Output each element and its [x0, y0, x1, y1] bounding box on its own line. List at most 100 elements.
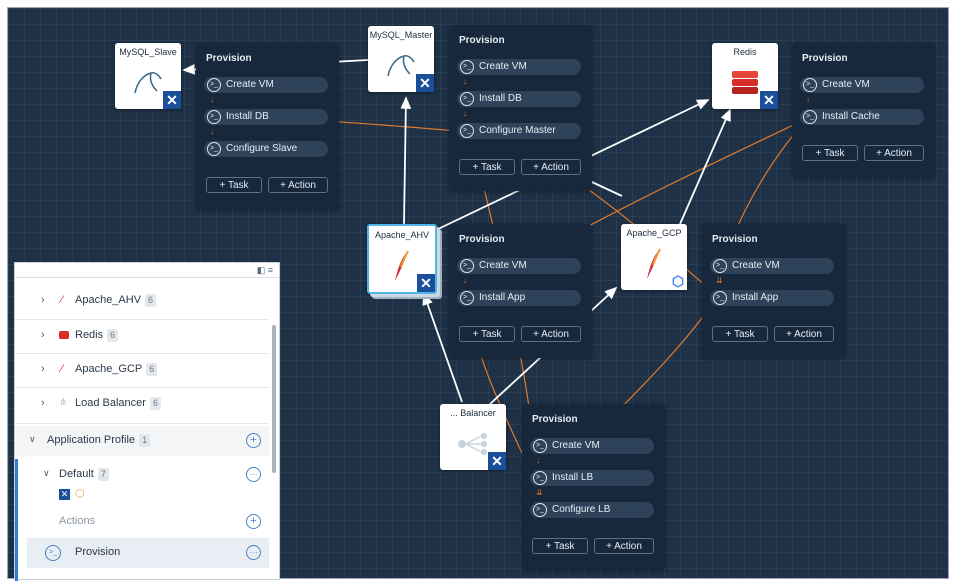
- count-badge: 6: [149, 397, 161, 410]
- profile-item-default[interactable]: ∨ Default 7 ···: [15, 460, 269, 490]
- add-action-button[interactable]: + Action: [521, 326, 581, 342]
- button-label: Action: [884, 148, 912, 159]
- task-label: Create VM: [479, 260, 527, 271]
- task-install-db[interactable]: >_ Install DB: [204, 109, 328, 125]
- panel-title: Provision: [712, 234, 758, 245]
- shell-icon: >_: [803, 78, 817, 92]
- task-configure-master[interactable]: >_ Configure Master: [457, 123, 581, 139]
- nutanix-x-icon: ✕: [59, 489, 70, 500]
- task-configure-lb[interactable]: >_ Configure LB: [530, 502, 654, 518]
- service-item-redis[interactable]: › Redis 6: [15, 321, 279, 351]
- button-label: Action: [541, 162, 569, 173]
- task-label: Install DB: [226, 111, 269, 122]
- task-install-db[interactable]: >_ Install DB: [457, 91, 581, 107]
- task-link-arrow: ⇊: [716, 276, 723, 285]
- button-label: Task: [227, 180, 249, 191]
- service-label: Redis: [75, 329, 104, 341]
- task-configure-slave[interactable]: >_ Configure Slave: [204, 141, 328, 157]
- add-task-button[interactable]: + Task: [206, 177, 262, 193]
- add-action-button[interactable]: + Action: [521, 159, 581, 175]
- task-link-arrow: ↓: [210, 95, 214, 104]
- nutanix-x-icon: ✕: [760, 91, 778, 109]
- count-badge: 6: [145, 294, 157, 307]
- add-action-icon[interactable]: +: [246, 514, 261, 529]
- add-task-button[interactable]: + Task: [712, 326, 768, 342]
- more-options-icon[interactable]: ···: [246, 467, 261, 482]
- shell-icon: >_: [713, 259, 727, 273]
- node-apache-ahv[interactable]: Apache_AHV ✕: [367, 224, 437, 294]
- mysql-dolphin-icon: [387, 55, 415, 77]
- task-label: Configure Master: [479, 125, 556, 136]
- chevron-right-icon: ›: [41, 363, 45, 375]
- task-install-app[interactable]: >_ Install App: [710, 290, 834, 306]
- service-item-apache-ahv[interactable]: › ⁄ Apache_AHV 6: [15, 286, 279, 316]
- gcp-icon: ⬡: [75, 488, 85, 500]
- task-create-vm[interactable]: >_ Create VM: [710, 258, 834, 274]
- node-title: Apache_GCP: [626, 228, 682, 238]
- apache-feather-icon: ⁄: [61, 363, 63, 375]
- node-title: Redis: [733, 47, 757, 57]
- task-create-vm[interactable]: >_ Create VM: [800, 77, 924, 93]
- apache-feather-icon: [395, 250, 409, 281]
- shell-icon: >_: [533, 471, 547, 485]
- node-apache-gcp[interactable]: Apache_GCP ⬡: [621, 224, 687, 290]
- task-create-vm[interactable]: >_ Create VM: [204, 77, 328, 93]
- application-profile-header[interactable]: ∨ Application Profile 1 +: [15, 426, 269, 456]
- panel-layout-icon[interactable]: ◧ ≡: [257, 265, 273, 276]
- load-balancer-icon: [458, 433, 487, 455]
- shell-icon: >_: [533, 503, 547, 517]
- node-load-balancer[interactable]: ... Balancer ✕: [440, 404, 506, 470]
- more-options-icon[interactable]: ···: [246, 545, 261, 560]
- chevron-right-icon: ›: [41, 294, 45, 306]
- node-title: Apache_AHV: [374, 230, 430, 240]
- add-task-button[interactable]: + Task: [459, 326, 515, 342]
- nutanix-x-icon: ✕: [488, 452, 506, 470]
- nutanix-x-icon: ✕: [417, 274, 435, 292]
- scrollbar[interactable]: [272, 325, 276, 473]
- task-install-app[interactable]: >_ Install App: [457, 290, 581, 306]
- node-mysql-master[interactable]: MySQL_Master ✕: [368, 26, 434, 92]
- panel-title: Provision: [459, 35, 505, 46]
- task-link-arrow: ↓: [463, 276, 467, 285]
- add-task-button[interactable]: + Task: [459, 159, 515, 175]
- task-link-arrow: ↓: [463, 77, 467, 86]
- task-link-arrow: ⇊: [536, 488, 543, 497]
- service-item-apache-gcp[interactable]: › ⁄ Apache_GCP 6: [15, 355, 279, 385]
- add-action-button[interactable]: + Action: [864, 145, 924, 161]
- add-action-button[interactable]: + Action: [594, 538, 654, 554]
- count-badge: 6: [107, 329, 119, 342]
- task-link-arrow: ↓: [806, 95, 810, 104]
- shell-icon: >_: [460, 92, 474, 106]
- task-create-vm[interactable]: >_ Create VM: [457, 258, 581, 274]
- node-mysql-slave[interactable]: MySQL_Slave ✕: [115, 43, 181, 109]
- task-link-arrow: ↓: [536, 456, 540, 465]
- add-task-button[interactable]: + Task: [532, 538, 588, 554]
- button-label: Task: [733, 329, 755, 340]
- count-badge: 7: [97, 468, 109, 481]
- provision-panel-mysql-master: Provision >_ Create VM ↓ >_ Install DB ↓ >…: [449, 25, 592, 191]
- task-create-vm[interactable]: >_ Create VM: [457, 59, 581, 75]
- task-install-cache[interactable]: >_ Install Cache: [800, 109, 924, 125]
- add-profile-icon[interactable]: +: [246, 433, 261, 448]
- shell-icon: >_: [460, 60, 474, 74]
- action-item-provision[interactable]: >_ Provision ···: [27, 538, 269, 568]
- add-action-button[interactable]: + Action: [268, 177, 328, 193]
- actions-label: Actions: [59, 515, 96, 527]
- task-create-vm[interactable]: >_ Create VM: [530, 438, 654, 454]
- shell-icon: >_: [803, 110, 817, 124]
- button-label: Task: [823, 148, 845, 159]
- task-label: Create VM: [552, 440, 600, 451]
- divider: [15, 319, 269, 320]
- divider: [15, 387, 269, 388]
- service-label: Load Balancer: [75, 397, 146, 409]
- task-install-lb[interactable]: >_ Install LB: [530, 470, 654, 486]
- add-task-button[interactable]: + Task: [802, 145, 858, 161]
- provision-panel-mysql-slave: Provision >_ Create VM ↓ >_ Install DB ↓ >…: [196, 43, 339, 209]
- node-redis[interactable]: Redis ✕: [712, 43, 778, 109]
- shell-icon: >_: [533, 439, 547, 453]
- chevron-right-icon: ›: [41, 397, 45, 409]
- add-action-button[interactable]: + Action: [774, 326, 834, 342]
- profile-default-label: Default: [59, 468, 94, 480]
- load-balancer-icon: ⋔: [59, 397, 68, 408]
- service-item-load-balancer[interactable]: › ⋔ Load Balancer 6: [15, 389, 279, 419]
